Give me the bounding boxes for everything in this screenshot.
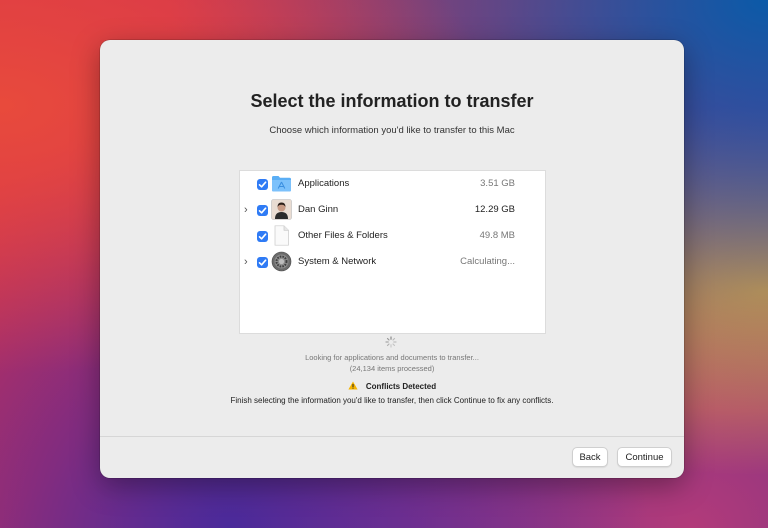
list-item-system-network[interactable]: › System & Network Calculating... [240,250,545,274]
back-button[interactable]: Back [572,447,608,467]
footer-divider [100,436,684,437]
item-size: 3.51 GB [480,178,515,189]
checkbox-system-network[interactable] [257,257,268,268]
checkbox-user-account[interactable] [257,205,268,216]
continue-button[interactable]: Continue [617,447,672,467]
conflicts-heading-text: Conflicts Detected [365,382,437,391]
disclosure-chevron-icon[interactable]: › [244,204,252,216]
conflicts-heading: Conflicts Detected [100,381,684,391]
list-item-applications[interactable]: Applications 3.51 GB [240,172,545,196]
status-text: Looking for applications and documents t… [305,353,479,362]
transfer-items-list[interactable]: Applications 3.51 GB › Dan Ginn 12.29 GB [239,170,546,334]
checkbox-applications[interactable] [257,179,268,190]
conflicts-message: Finish selecting the information you'd l… [230,396,554,405]
warning-icon [348,381,358,390]
item-size: 12.29 GB [474,204,515,215]
migration-assistant-window: Select the information to transfer Choos… [100,40,684,478]
item-size: Calculating... [460,256,515,267]
document-icon [274,225,289,246]
item-label: Other Files & Folders [298,230,388,241]
checkbox-other-files[interactable] [257,231,268,242]
system-gear-icon [271,251,292,272]
list-item-user-account[interactable]: › Dan Ginn 12.29 GB [240,198,545,222]
folder-icon [272,176,291,192]
items-processed-count: (24,134 items processed) [349,364,435,373]
item-label: Applications [298,178,350,189]
item-label: System & Network [298,256,377,267]
list-item-other-files[interactable]: Other Files & Folders 49.8 MB [240,224,545,248]
item-label: Dan Ginn [298,204,339,215]
loading-spinner-icon [385,336,397,348]
disclosure-chevron-icon[interactable]: › [244,256,252,268]
item-size: 49.8 MB [479,230,515,241]
page-title: Select the information to transfer [250,91,534,111]
user-photo-icon [271,199,292,220]
page-subtitle: Choose which information you'd like to t… [269,125,515,136]
